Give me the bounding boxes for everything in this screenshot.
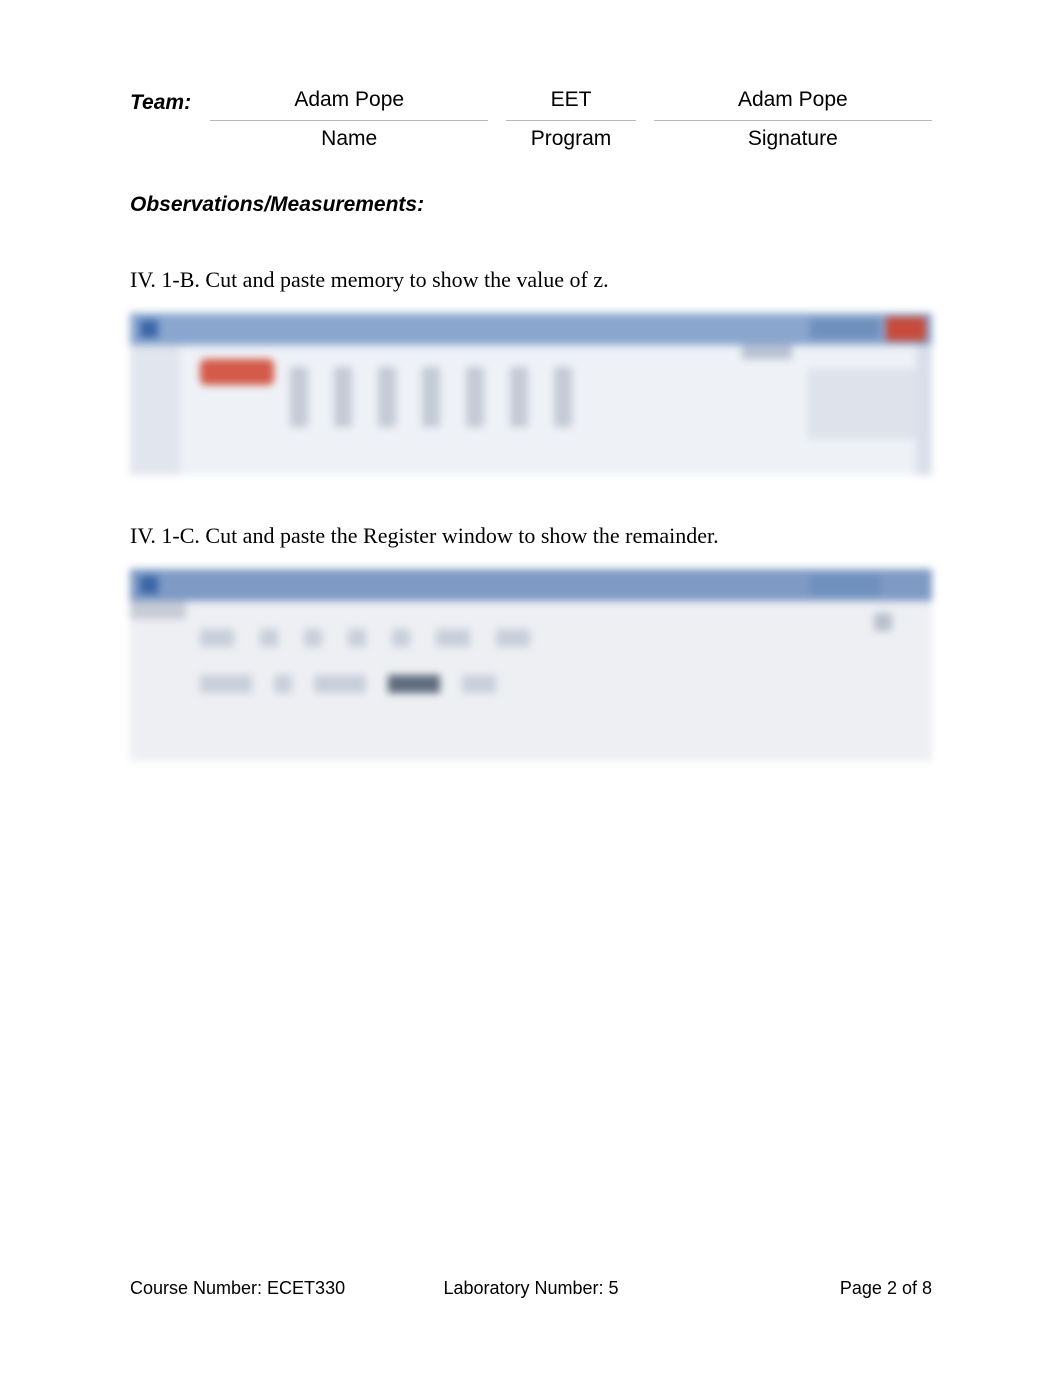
task-1c-text: Cut and paste the Register window to sho… [205,523,718,548]
memory-titlebar [130,313,932,345]
register-body [130,601,932,761]
memory-top-chip [742,345,792,359]
footer-page: Page 2 of 8 [665,1278,932,1299]
task-1c: IV. 1-C. Cut and paste the Register wind… [130,523,932,549]
footer: Course Number: ECET330 Laboratory Number… [130,1278,932,1299]
team-label: Team: [130,88,210,151]
register-titlebar [130,569,932,601]
memory-body [130,345,932,475]
team-signature-header: Signature [748,127,838,151]
team-col-signature: Adam Pope Signature [654,88,932,151]
close-icon [886,317,926,341]
scrollbar [916,345,932,475]
memory-gutter [130,345,180,475]
team-name-value: Adam Pope [294,88,404,116]
minimize-maximize-icon [810,319,880,339]
task-1b: IV. 1-B. Cut and paste memory to show th… [130,267,932,293]
memory-highlight [200,359,274,385]
task-1b-number: IV. 1-B. [130,267,200,292]
memory-ascii [808,369,918,439]
underline [506,120,635,121]
team-col-name: Adam Pope Name [210,88,488,151]
register-corner-icon [874,613,892,631]
team-program-header: Program [531,127,612,151]
footer-course: Course Number: ECET330 [130,1278,397,1299]
register-tab [130,601,186,619]
underline [654,120,932,121]
underline [210,120,488,121]
register-window [130,569,932,761]
team-table: Team: Adam Pope Name EET Program Adam Po… [130,88,932,151]
team-columns: Adam Pope Name EET Program Adam Pope Sig… [210,88,932,151]
task-1c-number: IV. 1-C. [130,523,200,548]
memory-bytes [290,367,572,427]
team-name-header: Name [321,127,377,151]
page: Team: Adam Pope Name EET Program Adam Po… [0,0,1062,1377]
register-row-2 [200,675,496,693]
team-col-program: EET Program [506,88,635,151]
team-signature-value: Adam Pope [738,88,848,116]
footer-lab: Laboratory Number: 5 [397,1278,664,1299]
memory-window [130,313,932,475]
team-program-value: EET [551,88,592,116]
observations-heading: Observations/Measurements: [130,193,932,217]
task-1b-text: Cut and paste memory to show the value o… [205,267,608,292]
window-icon [140,320,158,338]
minimize-maximize-icon [810,575,880,595]
register-row-1 [200,629,530,647]
window-icon [140,576,158,594]
